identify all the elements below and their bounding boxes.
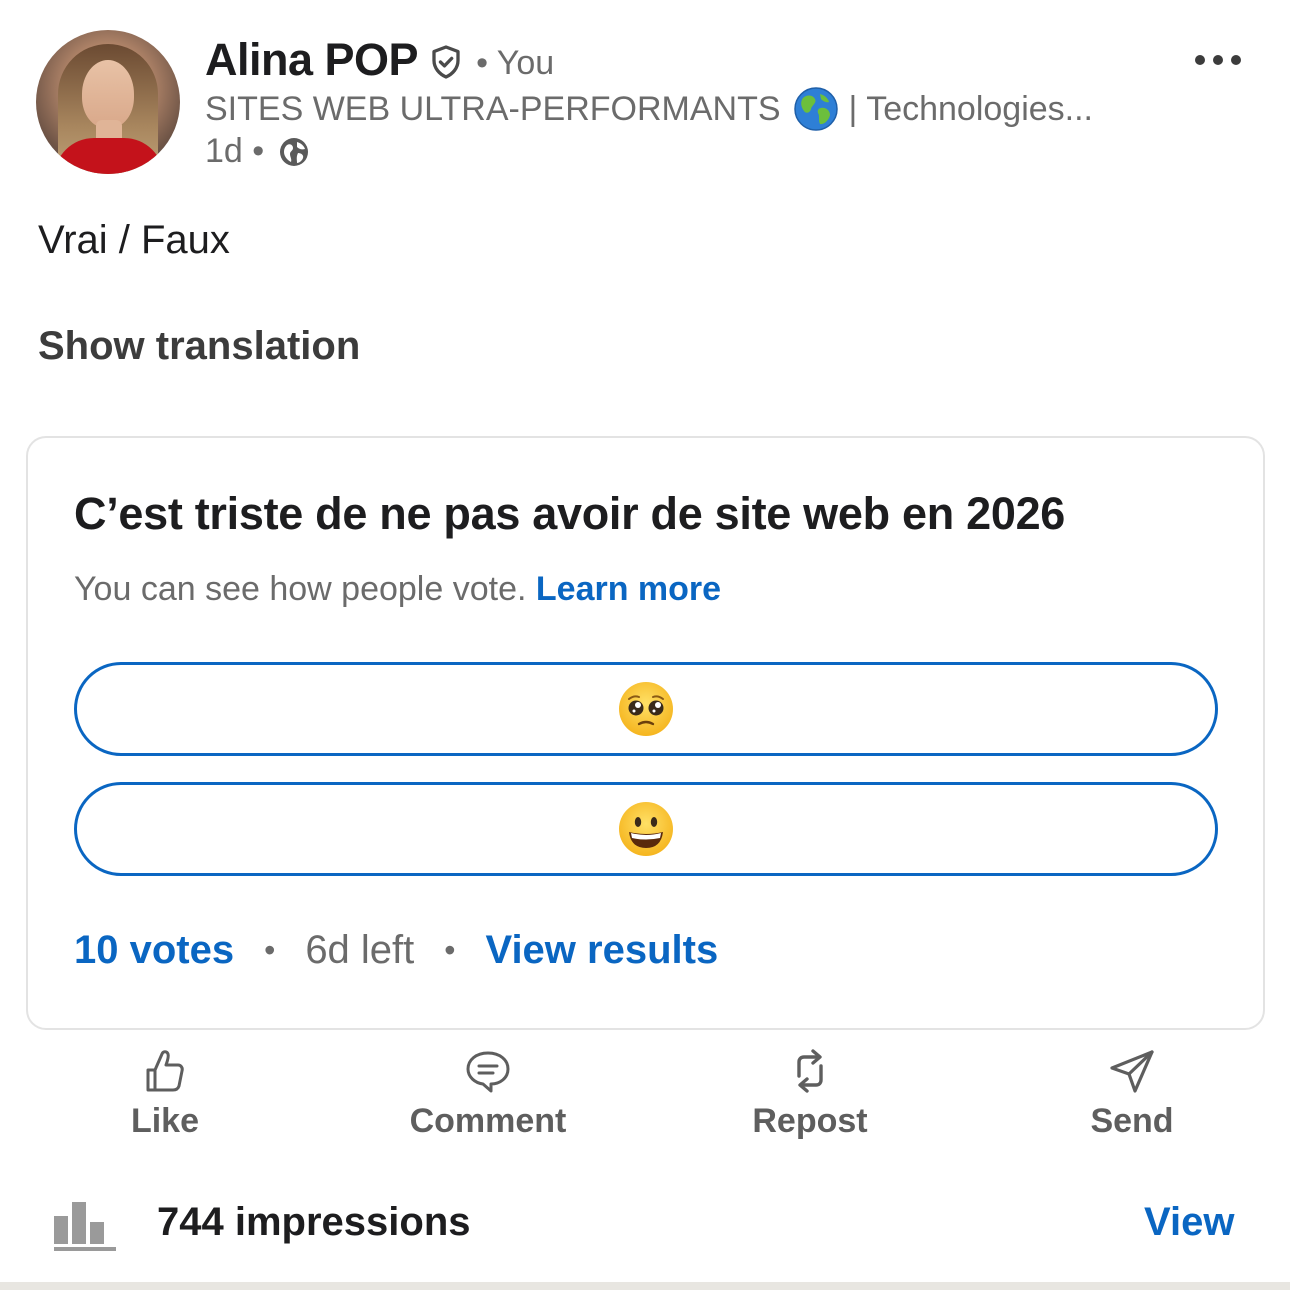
view-results-link[interactable]: View results <box>485 928 718 973</box>
like-button[interactable]: Like <box>110 1046 220 1141</box>
more-options-icon[interactable] <box>1192 42 1244 78</box>
poll-note-text: You can see how people vote. <box>74 570 527 608</box>
action-bar: Like Comment Repost Send <box>0 1046 1290 1156</box>
earth-globe-emoji-icon <box>793 87 838 131</box>
headline-text: SITES WEB ULTRA-PERFORMANTS <box>205 89 781 128</box>
author-row: Alina POP • You <box>205 34 554 86</box>
analytics-bar-chart-icon <box>54 1202 116 1251</box>
comment-bubble-icon <box>466 1051 510 1093</box>
thumbs-up-icon <box>146 1050 184 1092</box>
poll-footer: 10 votes • 6d left • View results <box>74 928 718 973</box>
comment-button[interactable]: Comment <box>393 1046 583 1141</box>
learn-more-link[interactable]: Learn more <box>536 570 721 608</box>
impressions-count: 744 impressions <box>157 1200 471 1244</box>
show-translation-link[interactable]: Show translation <box>38 324 360 369</box>
separator: • <box>264 932 276 968</box>
like-label: Like <box>130 1102 200 1140</box>
send-paper-plane-icon <box>1110 1050 1154 1093</box>
relation-label: • You <box>476 43 555 82</box>
author-headline: SITES WEB ULTRA-PERFORMANTS | Technologi… <box>205 86 1155 132</box>
repost-button[interactable]: Repost <box>738 1046 882 1141</box>
divider <box>0 1282 1290 1290</box>
comment-label: Comment <box>409 1102 567 1140</box>
repost-arrows-icon <box>797 1049 823 1093</box>
poll-option-2[interactable] <box>74 782 1218 876</box>
author-name[interactable]: Alina POP <box>205 34 419 86</box>
repost-label: Repost <box>752 1102 868 1140</box>
send-button[interactable]: Send <box>1076 1046 1188 1141</box>
post-page: Alina POP • You SITES WEB ULTRA-PERFORMA… <box>0 0 1290 1290</box>
poll-question: C’est triste de ne pas avoir de site web… <box>74 488 1066 539</box>
votes-count[interactable]: 10 votes <box>74 928 234 973</box>
globe-icon <box>280 137 309 166</box>
view-analytics-link[interactable]: View <box>1144 1200 1234 1245</box>
post-time: 1d • <box>205 132 265 170</box>
post-text: Vrai / Faux <box>38 218 230 262</box>
post-meta: 1d • <box>205 132 310 171</box>
time-left: 6d left <box>305 928 415 972</box>
grinning-face-emoji-icon <box>619 802 673 856</box>
separator: • <box>444 932 456 968</box>
verified-shield-icon <box>432 45 460 79</box>
poll-note: You can see how people vote. Learn more <box>74 570 721 609</box>
poll-card: C’est triste de ne pas avoir de site web… <box>26 436 1265 1030</box>
pleading-face-emoji-icon <box>619 682 673 736</box>
avatar[interactable] <box>36 30 180 174</box>
poll-option-1[interactable] <box>74 662 1218 756</box>
send-label: Send <box>1090 1102 1174 1140</box>
headline-suffix: | Technologies... <box>848 89 1094 128</box>
